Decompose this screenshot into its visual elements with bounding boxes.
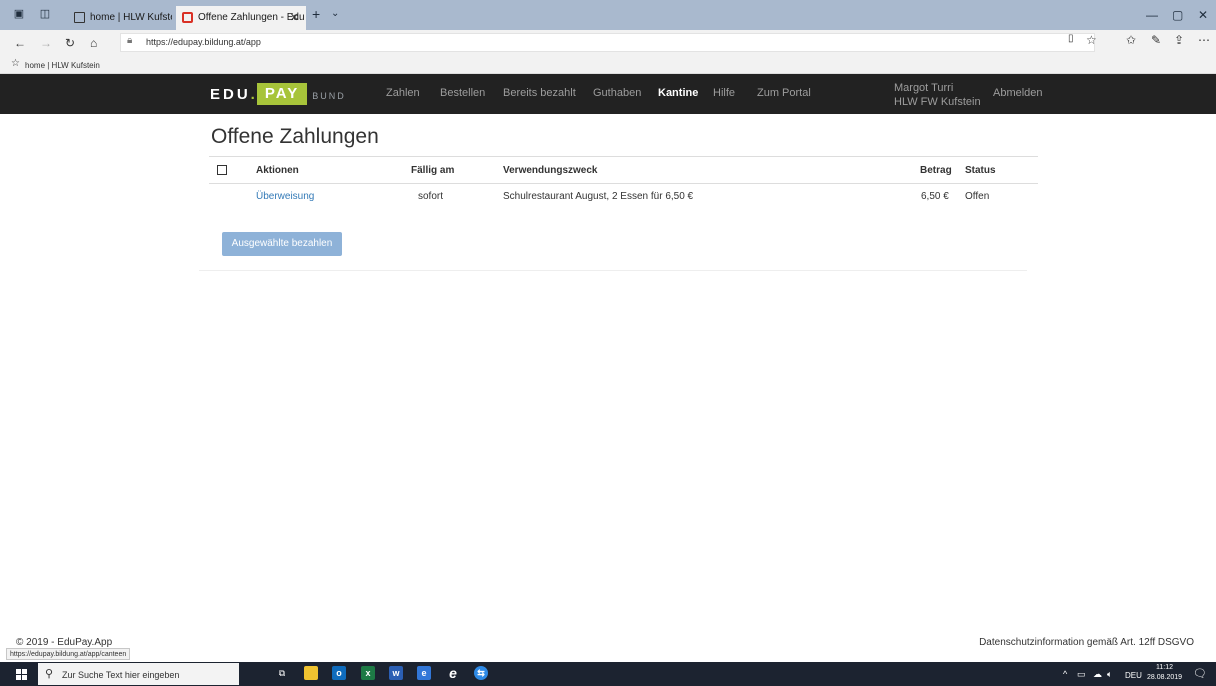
favorites-hub-icon[interactable]: ✩ (1126, 33, 1136, 47)
chevron-down-icon[interactable]: ⌄ (331, 8, 339, 19)
nav-zum-portal[interactable]: Zum Portal (757, 87, 811, 99)
clock-time: 11:12 (1156, 664, 1174, 671)
edupay-logo[interactable]: EDU . PAY BUND (210, 82, 346, 106)
panel-divider (199, 270, 1027, 271)
logo-edu: EDU (210, 85, 251, 103)
logo-dot: . (250, 85, 255, 103)
url-text[interactable]: https://edupay.bildung.at/app (146, 37, 261, 47)
internet-explorer-icon[interactable]: e (446, 666, 460, 680)
tray-chevron-icon[interactable]: ^ (1063, 669, 1067, 679)
pen-icon[interactable]: ✎ (1151, 33, 1161, 47)
favorite-star-icon: ☆ (11, 58, 20, 69)
task-view-icon[interactable]: ⧉ (275, 666, 289, 680)
network-icon[interactable]: ▭ (1077, 669, 1086, 680)
file-explorer-icon[interactable] (304, 666, 318, 680)
amount-cell: 6,50 € (921, 191, 949, 202)
status-cell: Offen (965, 191, 990, 202)
tab-title: Offene Zahlungen - Edu (198, 12, 305, 23)
edupay-favicon-icon (182, 12, 193, 23)
select-all-checkbox[interactable] (217, 165, 227, 175)
nav-bestellen[interactable]: Bestellen (440, 87, 485, 99)
page-icon (74, 12, 85, 23)
logout-link[interactable]: Abmelden (993, 87, 1043, 99)
table-header-border (209, 183, 1038, 184)
share-icon[interactable]: ⇪ (1174, 33, 1184, 47)
tabs-aside-icon[interactable]: ◫ (38, 7, 52, 21)
user-name: Margot Turri (894, 82, 954, 94)
minimize-icon[interactable]: — (1146, 8, 1158, 22)
user-school: HLW FW Kufstein (894, 96, 981, 108)
more-icon[interactable]: ⋯ (1198, 33, 1210, 47)
refresh-icon[interactable]: ↻ (65, 36, 75, 50)
table-top-border (209, 156, 1038, 157)
logo-bund: BUND (312, 91, 346, 101)
page-title: Offene Zahlungen (211, 125, 379, 148)
tab-title: home | HLW Kufstein (90, 12, 172, 23)
column-header-aktionen: Aktionen (256, 165, 299, 176)
nav-bereits-bezahlt[interactable]: Bereits bezahlt (503, 87, 576, 99)
pay-selected-button[interactable]: Ausgewählte bezahlen (222, 232, 342, 256)
favorite-link[interactable]: home | HLW Kufstein (25, 61, 100, 70)
windows-start-icon[interactable] (16, 669, 27, 680)
nav-kantine[interactable]: Kantine (658, 87, 698, 99)
purpose-cell: Schulrestaurant August, 2 Essen für 6,50… (503, 191, 694, 202)
footer-copyright: © 2019 - EduPay.App (16, 637, 113, 648)
clock-date: 28.08.2019 (1147, 674, 1183, 681)
teamviewer-icon[interactable]: ⇆ (474, 666, 488, 680)
word-icon[interactable]: w (389, 666, 403, 680)
search-icon: ⚲ (45, 668, 54, 680)
search-placeholder[interactable]: Zur Suche Text hier eingeben (62, 670, 179, 680)
back-icon[interactable]: ← (14, 36, 26, 50)
tab-sets-icon[interactable]: ▣ (12, 7, 26, 21)
column-header-verwendungszweck: Verwendungszweck (503, 165, 598, 176)
lock-icon: 🔒︎ (127, 35, 133, 46)
column-header-faellig: Fällig am (411, 165, 455, 176)
user-info[interactable]: Margot Turri HLW FW Kufstein (894, 81, 981, 109)
favorite-star-icon[interactable]: ☆ (1086, 33, 1097, 47)
taskbar-clock[interactable]: 11:12 28.08.2019 (1147, 663, 1182, 683)
privacy-link[interactable]: Datenschutzinformation gemäß Art. 12ff D… (979, 637, 1194, 648)
tab-close-icon[interactable]: ✕ (290, 6, 299, 30)
forward-icon[interactable]: → (40, 36, 52, 50)
volume-icon[interactable]: 🔈︎ (1107, 669, 1112, 680)
window-close-icon[interactable]: ✕ (1198, 8, 1208, 22)
ueberweisung-link[interactable]: Überweisung (256, 191, 314, 202)
due-cell: sofort (418, 191, 444, 202)
nav-hilfe[interactable]: Hilfe (713, 87, 735, 99)
favorites-bar (0, 56, 1216, 74)
column-header-betrag: Betrag (920, 165, 952, 176)
new-tab-button[interactable]: + (312, 6, 320, 22)
outlook-icon[interactable]: o (332, 666, 346, 680)
excel-icon[interactable]: x (361, 666, 375, 680)
onedrive-icon[interactable]: ☁ (1093, 669, 1102, 680)
address-bar[interactable] (120, 33, 1095, 52)
nav-zahlen[interactable]: Zahlen (386, 87, 420, 99)
language-indicator[interactable]: DEU (1125, 671, 1142, 680)
status-url: https://edupay.bildung.at/app/canteen (6, 648, 131, 660)
edge-icon[interactable]: e (417, 666, 431, 680)
nav-guthaben[interactable]: Guthaben (593, 87, 641, 99)
reading-view-icon[interactable]: ▯ (1068, 33, 1074, 44)
home-icon[interactable]: ⌂ (90, 36, 97, 50)
tab-home-hlw[interactable]: home | HLW Kufstein (68, 6, 172, 30)
notification-icon[interactable]: 🗨︎ (1193, 667, 1207, 680)
column-header-status: Status (965, 165, 996, 176)
logo-pay: PAY (256, 83, 308, 105)
maximize-icon[interactable]: ▢ (1172, 8, 1183, 22)
tab-offene-zahlungen[interactable]: Offene Zahlungen - Edu ✕ (176, 6, 306, 30)
